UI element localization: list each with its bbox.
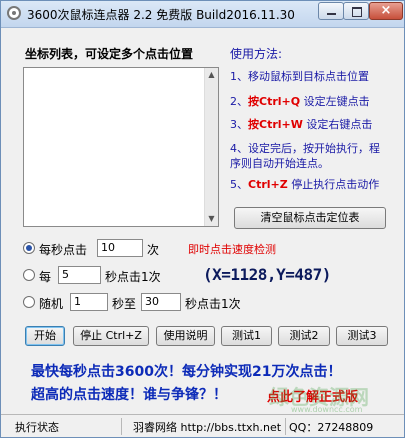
minimize-button[interactable]	[318, 2, 344, 20]
list-heading: 坐标列表，可设定多个点击位置	[25, 47, 194, 61]
mode-random-mid: 秒至	[112, 297, 137, 311]
interval-seconds-input[interactable]: 5	[58, 266, 101, 284]
mode-per-second-label: 每秒点击	[39, 243, 88, 257]
help-step-2-key: 按Ctrl+Q	[248, 95, 301, 108]
mode-random-suffix: 秒点击1次	[185, 297, 241, 311]
watermark-url: www.downcc.com	[291, 405, 363, 414]
mode-every-seconds-suffix: 秒点击1次	[105, 270, 161, 284]
help-step-3-key: 按Ctrl+W	[248, 118, 303, 131]
stop-button[interactable]: 停止 Ctrl+Z	[73, 326, 149, 346]
app-icon	[7, 6, 21, 20]
help-step-5-key: Ctrl+Z	[248, 178, 288, 191]
mode-per-second-unit: 次	[147, 243, 160, 257]
help-step-2: 2、按Ctrl+Q 设定左键点击	[230, 94, 370, 110]
help-step-5-num: 5、	[230, 178, 248, 191]
status-separator	[285, 418, 286, 435]
status-qq: QQ：27248809	[289, 421, 374, 434]
mode-random-prefix: 随机	[39, 297, 64, 311]
title-bar[interactable]: 3600次鼠标连点器 2.2 免费版 Build2016.11.30 ×	[1, 1, 404, 28]
coordinate-list[interactable]: ▲ ▼	[23, 67, 219, 227]
main-window: 3600次鼠标连点器 2.2 免费版 Build2016.11.30 × 坐标列…	[0, 0, 405, 438]
clear-positions-button[interactable]: 清空鼠标点击定位表	[234, 207, 386, 229]
window-title: 3600次鼠标连点器 2.2 免费版 Build2016.11.30	[27, 8, 295, 22]
speed-check-link[interactable]: 即时点击速度检测	[188, 241, 276, 257]
promo-line-1: 最快每秒点击3600次！每分钟实现21万次点击！	[31, 364, 342, 380]
test1-button[interactable]: 测试1	[221, 326, 272, 346]
help-step-4-line-2: 序则自动开始连点。	[230, 157, 329, 170]
help-step-3-num: 3、	[230, 118, 248, 131]
test3-button[interactable]: 测试3	[336, 326, 388, 346]
mode-random-radio[interactable]	[23, 296, 35, 308]
instructions-button[interactable]: 使用说明	[156, 326, 215, 346]
help-step-1: 1、移动鼠标到目标点击位置	[230, 70, 369, 83]
status-bar: 执行状态 羽睿网络 http://bbs.ttxh.net QQ：2724880…	[1, 414, 404, 437]
scroll-down-icon[interactable]: ▼	[205, 212, 218, 226]
maximize-button[interactable]	[343, 2, 369, 20]
mode-per-second-radio[interactable]	[23, 242, 35, 254]
close-button[interactable]: ×	[369, 2, 403, 20]
help-step-2-num: 2、	[230, 95, 248, 108]
mode-every-seconds-radio[interactable]	[23, 269, 35, 281]
scroll-up-icon[interactable]: ▲	[205, 68, 218, 82]
close-icon: ×	[380, 3, 392, 18]
status-site: 羽睿网络 http://bbs.ttxh.net	[133, 421, 282, 434]
random-to-input[interactable]: 30	[141, 293, 181, 311]
promo-line-2: 超高的点击速度！谁与争锋？！	[31, 387, 227, 403]
help-step-2-text: 设定左键点击	[300, 95, 370, 108]
random-from-input[interactable]: 1	[70, 293, 108, 311]
status-text: 执行状态	[15, 421, 59, 434]
help-step-5-text: 停止执行点击动作	[287, 178, 380, 191]
help-step-4-line-1: 4、设定完后，按开始执行，程	[230, 142, 380, 155]
help-step-3-text: 设定右键点击	[302, 118, 373, 131]
list-scrollbar[interactable]: ▲ ▼	[204, 68, 218, 226]
start-button[interactable]: 开始	[25, 326, 65, 346]
help-title: 使用方法:	[230, 47, 283, 61]
mode-every-seconds-prefix: 每	[39, 270, 52, 284]
test2-button[interactable]: 测试2	[278, 326, 330, 346]
help-step-5: 5、Ctrl+Z 停止执行点击动作	[230, 177, 379, 193]
cursor-coordinates: (X=1128,Y=487)	[203, 265, 331, 284]
clicks-per-second-input[interactable]: 10	[97, 239, 143, 257]
help-step-3: 3、按Ctrl+W 设定右键点击	[230, 117, 372, 133]
maximize-icon	[352, 7, 362, 17]
status-separator	[121, 418, 122, 435]
minimize-icon	[327, 13, 336, 15]
